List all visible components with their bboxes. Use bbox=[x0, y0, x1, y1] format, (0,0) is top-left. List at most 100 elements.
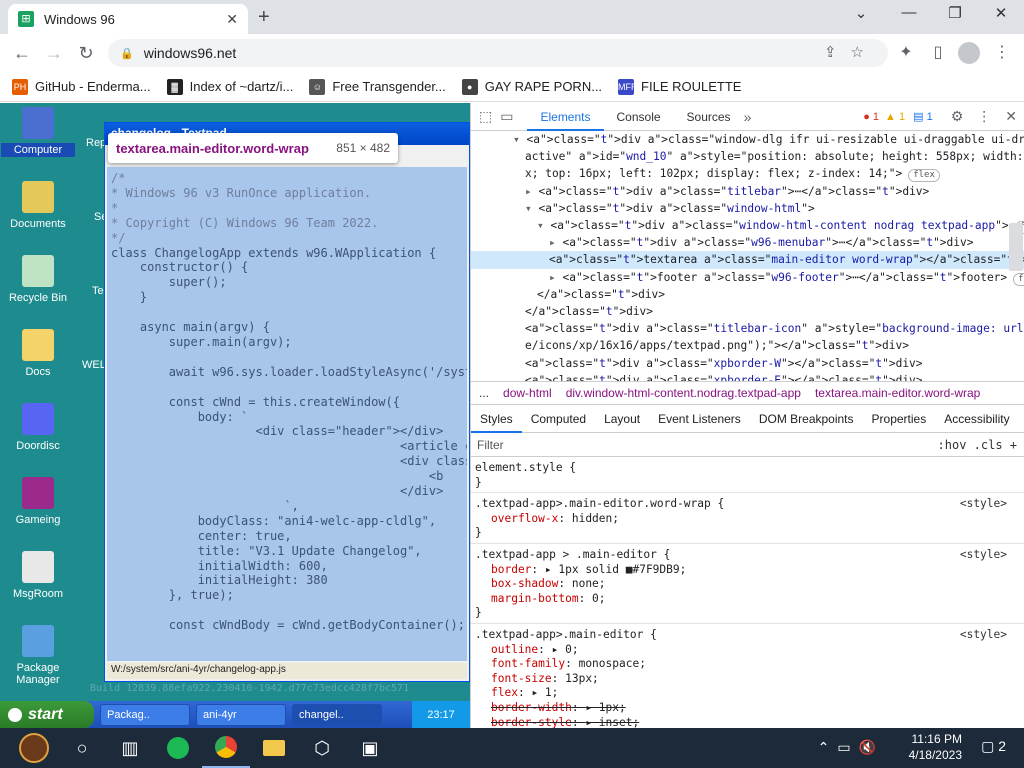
expand-toggle-icon[interactable]: ▸ bbox=[525, 185, 538, 198]
search-circle-icon[interactable]: ○ bbox=[58, 728, 106, 768]
warning-count-badge[interactable]: ▲ 1 bbox=[885, 111, 905, 123]
spotify-icon[interactable] bbox=[154, 728, 202, 768]
subtab-accessibility[interactable]: Accessibility bbox=[935, 405, 1018, 433]
css-declaration[interactable]: border-width: ▸ 1px; bbox=[475, 701, 1021, 716]
css-property-value[interactable]: monospace; bbox=[579, 657, 646, 670]
css-property-name[interactable]: overflow-x bbox=[491, 512, 558, 525]
expand-toggle-icon[interactable]: ▾ bbox=[513, 133, 526, 146]
css-property-value[interactable]: 0; bbox=[592, 592, 605, 605]
css-property-value[interactable]: 13px; bbox=[565, 672, 599, 685]
expand-toggle-icon[interactable]: ▾ bbox=[537, 219, 550, 232]
dom-node[interactable]: ▾ <a">class="t">div a">class="window-dlg… bbox=[471, 131, 1024, 148]
bookmark-item[interactable]: ● GAY RAPE PORN... bbox=[461, 78, 602, 95]
dom-node[interactable]: </a">class="t">div> bbox=[471, 286, 1024, 303]
rule-source-link[interactable]: <style> bbox=[960, 628, 1007, 643]
css-property-name[interactable]: flex bbox=[491, 686, 518, 699]
main-editor-textarea[interactable]: /* * Windows 96 v3 RunOnce application. … bbox=[107, 167, 467, 661]
task-changelog[interactable]: changel.. bbox=[292, 703, 382, 726]
start-button[interactable]: start bbox=[0, 701, 94, 728]
subtab-dom-breakpoints[interactable]: DOM Breakpoints bbox=[750, 405, 863, 433]
subtab-properties[interactable]: Properties bbox=[863, 405, 936, 433]
rule-selector[interactable]: .textpad-app>.main-editor { bbox=[475, 628, 1021, 643]
app-logo-icon[interactable] bbox=[10, 728, 58, 768]
desktop-icon[interactable]: MsgRoom bbox=[1, 551, 75, 601]
restore-icon[interactable]: ❐ bbox=[940, 4, 970, 22]
device-toolbar-icon[interactable]: ▭ bbox=[500, 108, 513, 125]
tab-elements[interactable]: Elements bbox=[527, 103, 604, 131]
rule-selector[interactable]: element.style { bbox=[475, 461, 1021, 476]
error-count-badge[interactable]: ● 1 bbox=[863, 111, 879, 123]
dom-node[interactable]: ▸ <a">class="t">footer a">class="w96-foo… bbox=[471, 269, 1024, 286]
system-tray-icons[interactable]: ⌃▭🔇 bbox=[818, 739, 884, 756]
dom-node[interactable]: </a">class="t">div> bbox=[471, 303, 1024, 320]
css-property-value[interactable]: ▸ 1px; bbox=[585, 701, 625, 714]
css-property-value[interactable]: ▸ 1px solid ■#7F9DB9; bbox=[545, 563, 686, 576]
expand-toggle-icon[interactable]: ▸ bbox=[549, 236, 562, 249]
file-explorer-icon[interactable] bbox=[250, 728, 298, 768]
minimize-icon[interactable]: — bbox=[894, 4, 924, 21]
css-declaration[interactable]: border: ▸ 1px solid ■#7F9DB9; bbox=[475, 563, 1021, 578]
breadcrumb-item[interactable]: dow-html bbox=[503, 386, 552, 400]
settings-gear-icon[interactable]: ⚙ bbox=[951, 108, 964, 125]
css-property-value[interactable]: ▸ inset; bbox=[585, 716, 639, 729]
side-panel-icon[interactable]: ▯ bbox=[926, 42, 950, 62]
subtab-computed[interactable]: Computed bbox=[522, 405, 595, 433]
selected-dom-node[interactable]: <a">class="t">textarea a">class="main-ed… bbox=[471, 251, 1024, 269]
subtab-styles[interactable]: Styles bbox=[471, 405, 522, 433]
address-bar[interactable]: 🔒 windows96.net ⇪☆ bbox=[108, 39, 888, 67]
notification-icon[interactable]: ▢ 2 bbox=[981, 738, 1006, 755]
css-declaration[interactable]: font-family: monospace; bbox=[475, 657, 1021, 672]
network-app-icon[interactable]: ▣ bbox=[346, 728, 394, 768]
bookmark-item[interactable]: ▓ Index of ~dartz/i... bbox=[166, 78, 293, 95]
desktop-icon[interactable]: Recycle Bin bbox=[1, 255, 75, 305]
dom-node[interactable]: e/icons/xp/16x16/apps/textpad.png");"></… bbox=[471, 337, 1024, 354]
browser-tab[interactable]: ⊞ Windows 96 ✕ bbox=[8, 4, 248, 34]
desktop-icon[interactable]: Computer bbox=[1, 107, 75, 157]
breadcrumb-item[interactable]: textarea.main-editor.word-wrap bbox=[815, 386, 980, 400]
dom-node[interactable]: active" a">id="wnd_10" a">style="positio… bbox=[471, 148, 1024, 165]
css-property-name[interactable]: box-shadow bbox=[491, 577, 558, 590]
subtab-layout[interactable]: Layout bbox=[595, 405, 649, 433]
css-declaration[interactable]: overflow-x: hidden; bbox=[475, 512, 1021, 527]
breadcrumb-item[interactable]: ... bbox=[479, 386, 489, 400]
flex-badge[interactable]: flex bbox=[1013, 272, 1024, 286]
task-package-manager[interactable]: Packag.. bbox=[100, 703, 190, 726]
css-declaration[interactable]: box-shadow: none; bbox=[475, 577, 1021, 592]
devtools-menu-icon[interactable]: ⋮ bbox=[977, 108, 991, 125]
desktop-icon[interactable]: Package Manager bbox=[1, 625, 75, 687]
dom-node[interactable]: ▾ <a">class="t">div a">class="window-htm… bbox=[471, 200, 1024, 217]
profile-avatar[interactable] bbox=[958, 42, 980, 64]
bookmark-item[interactable]: PH GitHub - Enderma... bbox=[12, 78, 151, 95]
css-declaration[interactable]: flex: ▸ 1; bbox=[475, 686, 1021, 701]
dom-node[interactable]: ▸ <a">class="t">div a">class="w96-menuba… bbox=[471, 234, 1024, 251]
rule-selector[interactable]: .textpad-app>.main-editor.word-wrap { bbox=[475, 497, 1021, 512]
desktop-icon[interactable]: Documents bbox=[1, 181, 75, 231]
desktop-icon[interactable]: Docs bbox=[1, 329, 75, 379]
css-property-name[interactable]: border bbox=[491, 563, 531, 576]
lock-icon[interactable]: 🔒 bbox=[120, 47, 134, 60]
reload-icon[interactable]: ↻ bbox=[70, 43, 102, 64]
css-property-name[interactable]: border-width bbox=[491, 701, 572, 714]
rule-selector[interactable]: .textpad-app > .main-editor { bbox=[475, 548, 1021, 563]
bookmark-item[interactable]: MFR FILE ROULETTE bbox=[618, 78, 741, 95]
close-tab-icon[interactable]: ✕ bbox=[226, 11, 238, 28]
css-property-name[interactable]: outline bbox=[491, 643, 538, 656]
css-property-value[interactable]: ▸ 1; bbox=[531, 686, 558, 699]
css-declaration[interactable]: border-style: ▸ inset; bbox=[475, 716, 1021, 729]
flex-badge[interactable]: flex bbox=[908, 169, 940, 183]
chevron-down-icon[interactable]: ⌄ bbox=[846, 4, 876, 22]
breadcrumb-item[interactable]: div.window-html-content.nodrag.textpad-a… bbox=[566, 386, 801, 400]
inspect-element-icon[interactable]: ⬚ bbox=[479, 108, 492, 125]
rule-source-link[interactable]: <style> bbox=[960, 497, 1007, 512]
task-view-icon[interactable]: ▥ bbox=[106, 728, 154, 768]
back-icon[interactable]: ← bbox=[6, 43, 38, 64]
extensions-icon[interactable]: ✦ bbox=[894, 42, 918, 62]
share-bookmark-icons[interactable]: ⇪☆ bbox=[824, 43, 878, 61]
dom-node[interactable]: x; top: 16px; left: 102px; display: flex… bbox=[471, 165, 1024, 183]
dom-node[interactable]: <a">class="t">div a">class="titlebar-ico… bbox=[471, 320, 1024, 337]
subtab-event-listeners[interactable]: Event Listeners bbox=[649, 405, 750, 433]
bookmark-item[interactable]: ☺ Free Transgender... bbox=[309, 78, 446, 95]
system-clock[interactable]: 11:16 PM 4/18/2023 bbox=[909, 731, 962, 763]
css-property-value[interactable]: hidden; bbox=[572, 512, 619, 525]
tab-console[interactable]: Console bbox=[604, 103, 674, 131]
